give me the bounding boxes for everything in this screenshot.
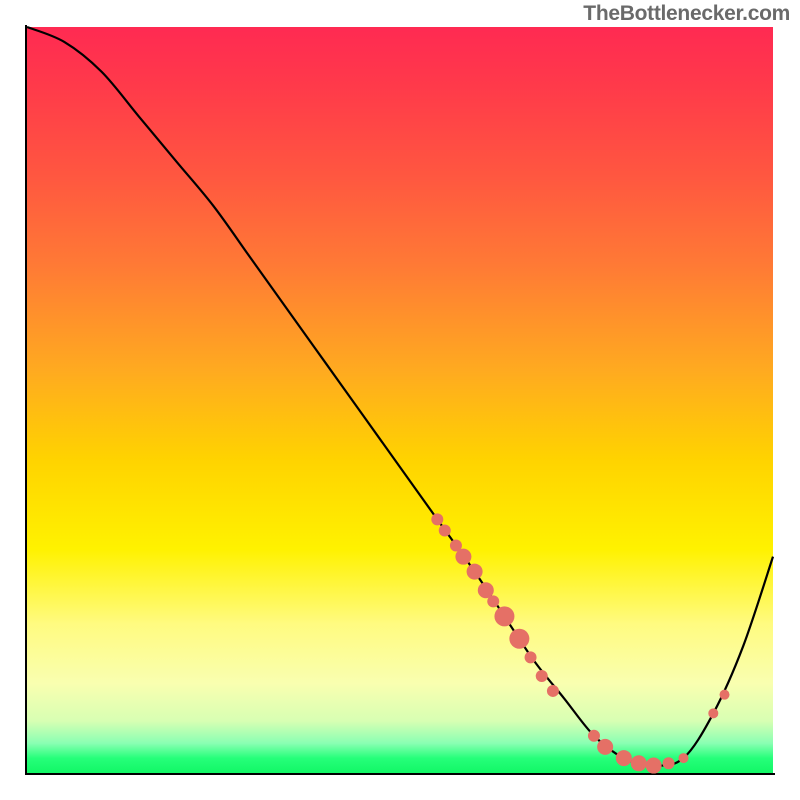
- highlight-dot: [487, 595, 499, 607]
- highlight-dot: [646, 758, 662, 774]
- highlight-dot: [720, 690, 730, 700]
- highlight-dot: [616, 750, 632, 766]
- highlight-dot: [455, 549, 471, 565]
- highlight-dot: [509, 629, 529, 649]
- highlight-dot: [547, 685, 559, 697]
- highlight-dot: [597, 739, 613, 755]
- chart-container: TheBottlenecker.com: [0, 0, 800, 800]
- bottleneck-curve: [27, 27, 773, 766]
- highlight-dot: [678, 753, 688, 763]
- highlight-dot: [588, 730, 600, 742]
- highlight-dot: [467, 564, 483, 580]
- highlight-dot: [708, 708, 718, 718]
- chart-overlay: [0, 0, 800, 800]
- highlight-dot: [494, 606, 514, 626]
- highlight-dot: [631, 755, 647, 771]
- highlight-dots-group: [431, 513, 729, 773]
- highlight-dot: [536, 670, 548, 682]
- attribution-label: TheBottlenecker.com: [583, 2, 790, 26]
- highlight-dot: [663, 757, 675, 769]
- highlight-dot: [431, 513, 443, 525]
- highlight-dot: [439, 525, 451, 537]
- highlight-dot: [525, 651, 537, 663]
